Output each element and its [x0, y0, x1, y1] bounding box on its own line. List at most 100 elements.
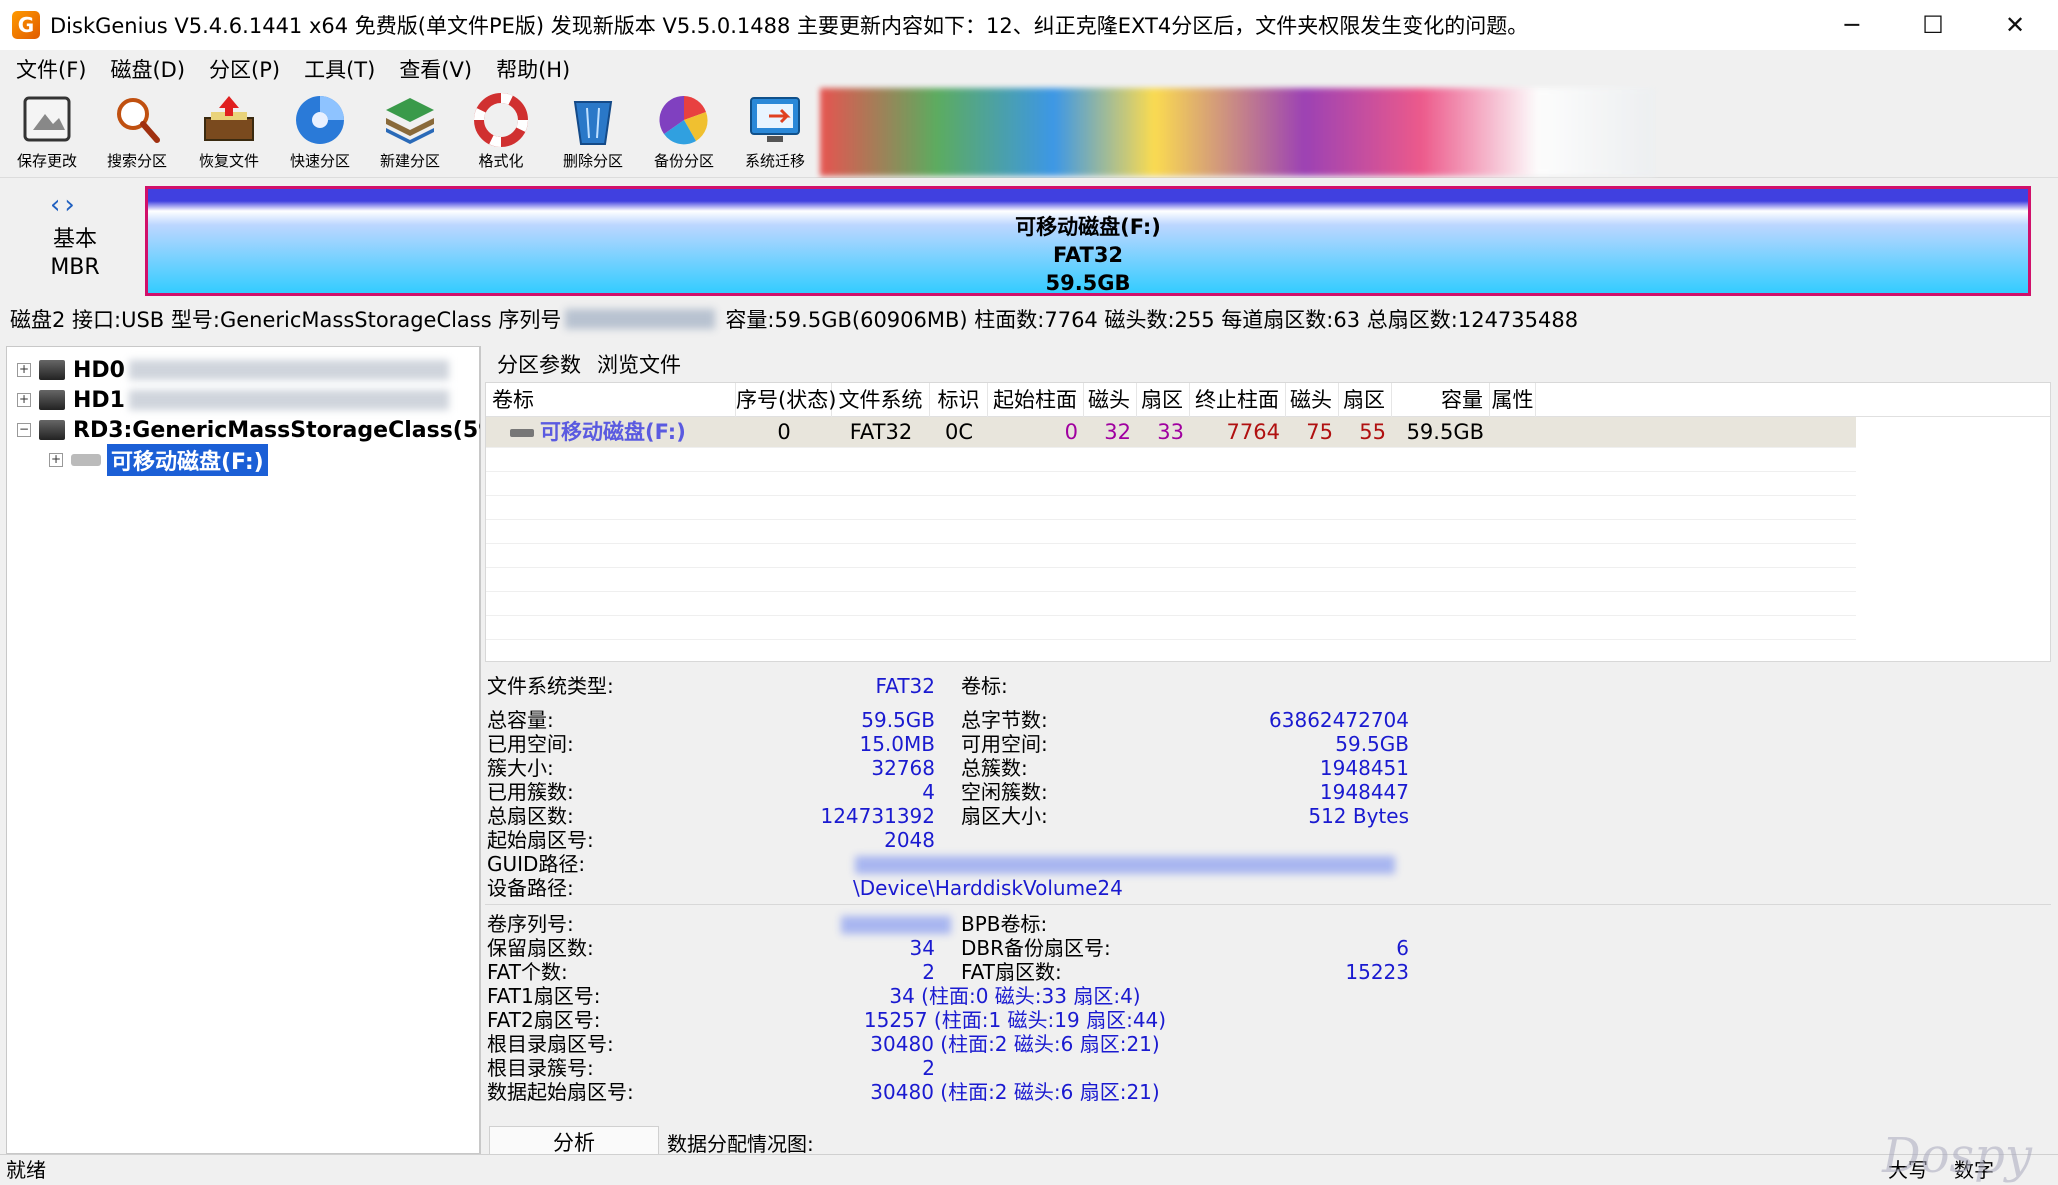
- free-clusters-value: 1948447: [1319, 780, 1409, 804]
- table-row[interactable]: 可移动磁盘(F:) 0 FAT32 0C 0 32 33 7764 75 55 …: [486, 417, 1856, 447]
- collapse-icon[interactable]: −: [17, 423, 31, 437]
- column-header[interactable]: 磁头: [1286, 383, 1339, 417]
- fat-sectors-label: FAT扇区数:: [961, 960, 1062, 984]
- dbr-backup-label: DBR备份扇区号:: [961, 936, 1111, 960]
- disk-map-area: ‹› 基本 MBR 可移动磁盘(F:) FAT32 59.5GB: [0, 178, 2058, 298]
- usb-drive-icon: [71, 454, 101, 466]
- column-header[interactable]: 起始柱面: [988, 383, 1084, 417]
- expand-icon[interactable]: +: [49, 453, 63, 467]
- volume-label-label: 卷标:: [961, 674, 1008, 698]
- new-partition-button[interactable]: 新建分区: [365, 92, 455, 176]
- fat2-sector-value: 15257 (柱面:1 磁头:19 扇区:44): [863, 1008, 1167, 1032]
- menu-help[interactable]: 帮助(H): [484, 54, 582, 84]
- cell-attr: [1490, 417, 1536, 447]
- column-header[interactable]: 属性: [1490, 383, 1536, 417]
- total-capacity-label: 总容量:: [487, 708, 554, 732]
- close-button[interactable]: ✕: [1975, 0, 2055, 50]
- data-start-sector-label: 数据起始扇区号:: [487, 1080, 634, 1104]
- partition-bar-fs: FAT32: [1052, 243, 1124, 267]
- column-header[interactable]: 卷标: [486, 383, 736, 417]
- monitor-icon: [750, 97, 800, 142]
- title-bar: G DiskGenius V5.4.6.1441 x64 免费版(单文件PE版)…: [0, 0, 2058, 50]
- recover-files-button[interactable]: 恢复文件: [184, 92, 274, 176]
- cluster-size-value: 32768: [871, 756, 935, 780]
- tree-item-rd3[interactable]: − RD3:GenericMassStorageClass(59GB): [17, 415, 538, 445]
- volume-serial-label: 卷序列号:: [487, 912, 574, 936]
- cell-end-cyl: 7764: [1226, 420, 1280, 444]
- tree-item-hd0[interactable]: + HD0: [17, 355, 449, 385]
- fat-count-value: 2: [922, 960, 935, 984]
- reserved-sectors-value: 34: [909, 936, 935, 960]
- format-button[interactable]: 格式化: [456, 92, 546, 176]
- recover-icon: [204, 96, 254, 141]
- root-dir-cluster-value: 2: [922, 1056, 935, 1080]
- tree-item-removable-f[interactable]: + 可移动磁盘(F:): [49, 444, 268, 476]
- free-clusters-label: 空闲簇数:: [961, 780, 1048, 804]
- column-header[interactable]: 扇区: [1339, 383, 1392, 417]
- free-space-label: 可用空间:: [961, 732, 1048, 756]
- column-header[interactable]: 终止柱面: [1190, 383, 1286, 417]
- column-header[interactable]: 容量: [1392, 383, 1490, 417]
- cell-start-cyl: 0: [1064, 420, 1078, 444]
- fat-sectors-value: 15223: [1345, 960, 1409, 984]
- status-ready: 就绪: [6, 1158, 46, 1182]
- hard-disk-icon: [39, 420, 65, 440]
- toolbar: 保存更改 搜索分区 恢复文件 快速分区 新建分区 格式化 删除分区 备份分区 系…: [0, 88, 2058, 178]
- maximize-button[interactable]: ☐: [1893, 0, 1973, 50]
- status-bar: 就绪 大写 数字: [0, 1154, 2058, 1185]
- cell-capacity: 59.5GB: [1406, 420, 1484, 444]
- partition-details: 文件系统类型: FAT32 卷标: 总容量: 59.5GB 总字节数: 6386…: [485, 662, 2051, 1160]
- column-header[interactable]: 标识: [930, 383, 988, 417]
- partition-bar-name: 可移动磁盘(F:): [1015, 215, 1161, 239]
- total-clusters-value: 1948451: [1319, 756, 1409, 780]
- reserved-sectors-label: 保留扇区数:: [487, 936, 594, 960]
- free-space-value: 59.5GB: [1335, 732, 1409, 756]
- menu-file[interactable]: 文件(F): [4, 54, 98, 84]
- fat1-sector-label: FAT1扇区号:: [487, 984, 601, 1008]
- fat2-sector-label: FAT2扇区号:: [487, 1008, 601, 1032]
- empty-rows: [486, 447, 1856, 661]
- used-clusters-label: 已用簇数:: [487, 780, 574, 804]
- expand-icon[interactable]: +: [17, 393, 31, 407]
- disk-nav-arrows[interactable]: ‹›: [50, 190, 79, 220]
- watermark: Dospy: [1882, 1128, 2032, 1184]
- used-clusters-value: 4: [922, 780, 935, 804]
- search-partition-button[interactable]: 搜索分区: [92, 92, 182, 176]
- menu-partition[interactable]: 分区(P): [197, 54, 292, 84]
- column-header[interactable]: 序号(状态): [736, 383, 836, 417]
- used-space-label: 已用空间:: [487, 732, 574, 756]
- save-changes-button[interactable]: 保存更改: [2, 92, 92, 176]
- tab-browse-files[interactable]: 浏览文件: [589, 349, 689, 379]
- quick-partition-button[interactable]: 快速分区: [275, 92, 365, 176]
- minimize-button[interactable]: ─: [1812, 0, 1892, 50]
- expand-icon[interactable]: +: [17, 363, 31, 377]
- menu-tools[interactable]: 工具(T): [292, 54, 387, 84]
- usb-drive-icon: [510, 429, 534, 437]
- cell-start-sector: 33: [1157, 420, 1184, 444]
- column-header[interactable]: 文件系统: [832, 383, 930, 417]
- cell-index: 0: [777, 420, 791, 444]
- system-migration-button[interactable]: 系统迁移: [730, 92, 820, 176]
- tree-item-hd1[interactable]: + HD1: [17, 385, 449, 415]
- cell-id: 0C: [944, 420, 974, 444]
- total-bytes-label: 总字节数:: [961, 708, 1048, 732]
- cluster-size-label: 簇大小:: [487, 756, 554, 780]
- disk-info-prefix: 磁盘2 接口:USB 型号:GenericMassStorageClass 序列…: [10, 308, 562, 332]
- device-path-value: \Device\HarddiskVolume24: [853, 876, 1123, 900]
- partition-bar[interactable]: 可移动磁盘(F:) FAT32 59.5GB: [145, 186, 2031, 296]
- total-capacity-value: 59.5GB: [861, 708, 935, 732]
- bpb-label-label: BPB卷标:: [961, 912, 1048, 936]
- tab-partition-params[interactable]: 分区参数: [489, 349, 589, 379]
- disk-info-line: 磁盘2 接口:USB 型号:GenericMassStorageClass 序列…: [0, 298, 2058, 340]
- menu-disk[interactable]: 磁盘(D): [98, 54, 197, 84]
- backup-partition-button[interactable]: 备份分区: [639, 92, 729, 176]
- delete-partition-button[interactable]: 删除分区: [548, 92, 638, 176]
- ad-banner[interactable]: [820, 88, 1655, 176]
- cell-label: 可移动磁盘(F:): [510, 417, 736, 447]
- menu-view[interactable]: 查看(V): [387, 54, 484, 84]
- volume-serial-redacted: [841, 916, 951, 934]
- total-sectors-value: 124731392: [820, 804, 935, 828]
- column-header[interactable]: 扇区: [1137, 383, 1190, 417]
- used-space-value: 15.0MB: [859, 732, 935, 756]
- column-header[interactable]: 磁头: [1084, 383, 1137, 417]
